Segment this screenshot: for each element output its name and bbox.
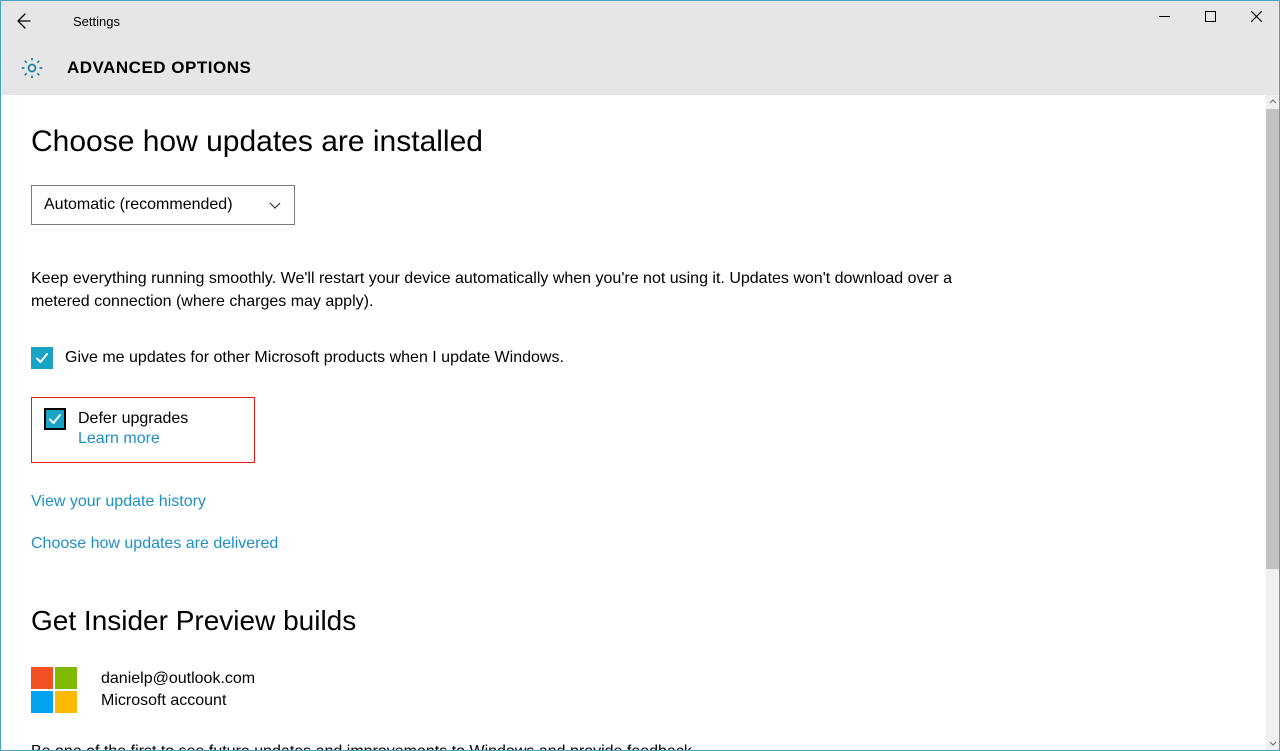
- update-mode-dropdown[interactable]: Automatic (recommended): [31, 185, 295, 225]
- minimize-button[interactable]: [1141, 1, 1187, 31]
- close-button[interactable]: [1233, 1, 1279, 31]
- insider-cutoff-text: Be one of the first to see future update…: [31, 743, 1266, 750]
- learn-more-link[interactable]: Learn more: [78, 430, 188, 448]
- how-updates-delivered-link[interactable]: Choose how updates are delivered: [31, 535, 278, 553]
- highlight-defer-upgrades: Defer upgrades Learn more: [31, 397, 255, 463]
- scrollbar[interactable]: [1266, 95, 1279, 750]
- account-row: danielp@outlook.com Microsoft account: [31, 667, 1266, 713]
- dropdown-selected-label: Automatic (recommended): [44, 196, 233, 214]
- checkbox-other-products-label: Give me updates for other Microsoft prod…: [65, 347, 564, 369]
- window-title: Settings: [73, 14, 120, 29]
- titlebar: Settings: [1, 1, 1279, 41]
- minimize-icon: [1159, 11, 1170, 22]
- maximize-button[interactable]: [1187, 1, 1233, 31]
- update-description: Keep everything running smoothly. We'll …: [31, 267, 971, 313]
- view-update-history-link[interactable]: View your update history: [31, 493, 206, 511]
- checkmark-icon: [34, 350, 50, 366]
- scroll-down-button[interactable]: [1266, 736, 1279, 750]
- checkbox-defer-upgrades-label: Defer upgrades: [78, 408, 188, 430]
- scroll-up-button[interactable]: [1266, 95, 1279, 109]
- maximize-icon: [1205, 11, 1216, 22]
- checkbox-defer-upgrades[interactable]: [44, 408, 66, 430]
- microsoft-logo-icon: [31, 667, 77, 713]
- chevron-up-icon: [1269, 98, 1277, 106]
- header-area: Settings ADVANCED OPTIONS: [1, 1, 1279, 95]
- section-heading-insider: Get Insider Preview builds: [31, 605, 1266, 637]
- close-icon: [1251, 11, 1262, 22]
- account-email: danielp@outlook.com: [101, 668, 255, 690]
- section-heading-updates: Choose how updates are installed: [31, 125, 1266, 159]
- account-type: Microsoft account: [101, 690, 255, 712]
- back-button[interactable]: [1, 1, 45, 41]
- scrollbar-thumb[interactable]: [1266, 109, 1279, 569]
- page-subheader: ADVANCED OPTIONS: [1, 41, 1279, 95]
- checkmark-icon: [47, 411, 63, 427]
- chevron-down-icon: [1269, 739, 1277, 747]
- checkbox-other-products[interactable]: [31, 347, 53, 369]
- gear-icon: [19, 55, 45, 81]
- arrow-left-icon: [13, 11, 33, 31]
- content-area: Choose how updates are installed Automat…: [1, 95, 1266, 750]
- chevron-down-icon: [268, 198, 282, 212]
- page-subtitle: ADVANCED OPTIONS: [67, 58, 251, 78]
